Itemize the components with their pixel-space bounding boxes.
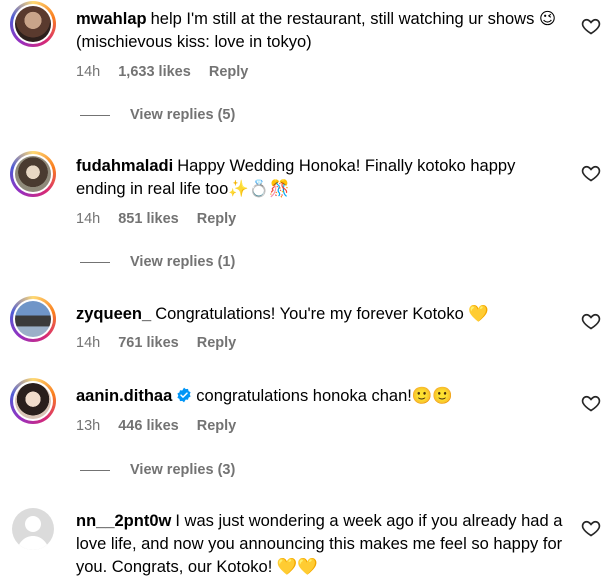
heart-icon[interactable] <box>581 163 601 183</box>
username[interactable]: fudahmaladi <box>76 157 173 175</box>
comment-body: nn__2pnt0w I was just wondering a week ag… <box>76 510 566 579</box>
avatar[interactable] <box>10 378 56 424</box>
comment-text: help I'm still at the restaurant, still … <box>76 10 557 51</box>
default-avatar-icon <box>17 516 49 550</box>
comment-body: fudahmaladi Happy Wedding Honoka! Finally… <box>76 155 566 201</box>
comment-text: Congratulations! You're my forever Kotok… <box>155 305 489 323</box>
avatar[interactable] <box>12 508 54 550</box>
divider <box>80 114 110 116</box>
comment-meta: 14h 761 likes Reply <box>76 335 250 351</box>
likes-count[interactable]: 851 likes <box>118 211 178 227</box>
likes-count[interactable]: 1,633 likes <box>118 64 191 80</box>
view-replies-button[interactable]: View replies (1) <box>80 254 235 270</box>
comment-meta: 14h 851 likes Reply <box>76 211 250 227</box>
heart-icon[interactable] <box>581 393 601 413</box>
username[interactable]: nn__2pnt0w <box>76 512 171 530</box>
heart-icon[interactable] <box>581 311 601 331</box>
view-replies-button[interactable]: View replies (3) <box>80 462 235 478</box>
timestamp[interactable]: 14h <box>76 211 100 227</box>
username[interactable]: mwahlap <box>76 10 147 28</box>
username[interactable]: zyqueen_ <box>76 305 151 323</box>
likes-count[interactable]: 446 likes <box>118 418 178 434</box>
comment-text: congratulations honoka chan!🙂🙂 <box>196 387 453 405</box>
timestamp[interactable]: 14h <box>76 335 100 351</box>
comment-body: mwahlap help I'm still at the restaurant,… <box>76 8 566 54</box>
heart-icon[interactable] <box>581 16 601 36</box>
avatar[interactable] <box>10 151 56 197</box>
username[interactable]: aanin.dithaa <box>76 387 172 405</box>
timestamp[interactable]: 14h <box>76 64 100 80</box>
reply-button[interactable]: Reply <box>197 211 237 227</box>
reply-button[interactable]: Reply <box>197 418 237 434</box>
likes-count[interactable]: 761 likes <box>118 335 178 351</box>
divider <box>80 261 110 263</box>
verified-badge-icon <box>177 387 191 403</box>
comment-body: aanin.dithaa congratulations honoka chan!… <box>76 385 566 408</box>
timestamp[interactable]: 13h <box>76 418 100 434</box>
divider <box>80 469 110 471</box>
comment-meta: 13h 446 likes Reply <box>76 418 250 434</box>
view-replies-button[interactable]: View replies (5) <box>80 107 235 123</box>
comment-meta: 14h 1,633 likes Reply <box>76 64 262 80</box>
comment-body: zyqueen_ Congratulations! You're my forev… <box>76 303 566 326</box>
avatar[interactable] <box>10 1 56 47</box>
avatar[interactable] <box>10 296 56 342</box>
reply-button[interactable]: Reply <box>209 64 249 80</box>
reply-button[interactable]: Reply <box>197 335 237 351</box>
heart-icon[interactable] <box>581 518 601 538</box>
